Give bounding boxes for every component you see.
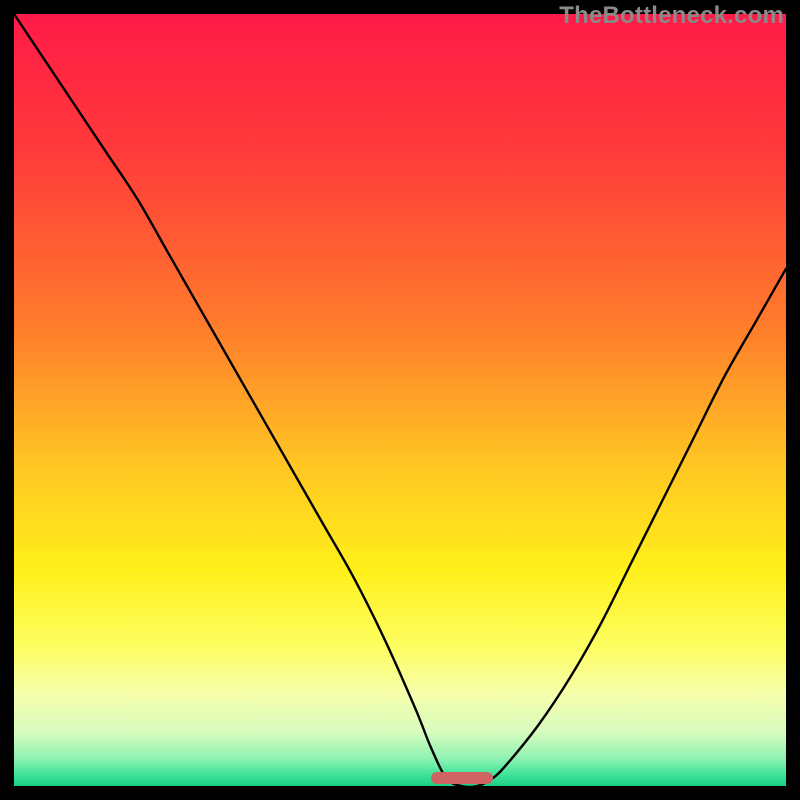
optimum-marker (431, 772, 493, 784)
plot-area (14, 14, 786, 786)
bottleneck-curve (14, 14, 786, 786)
chart-frame: TheBottleneck.com (0, 0, 800, 800)
watermark-text: TheBottleneck.com (559, 2, 784, 30)
